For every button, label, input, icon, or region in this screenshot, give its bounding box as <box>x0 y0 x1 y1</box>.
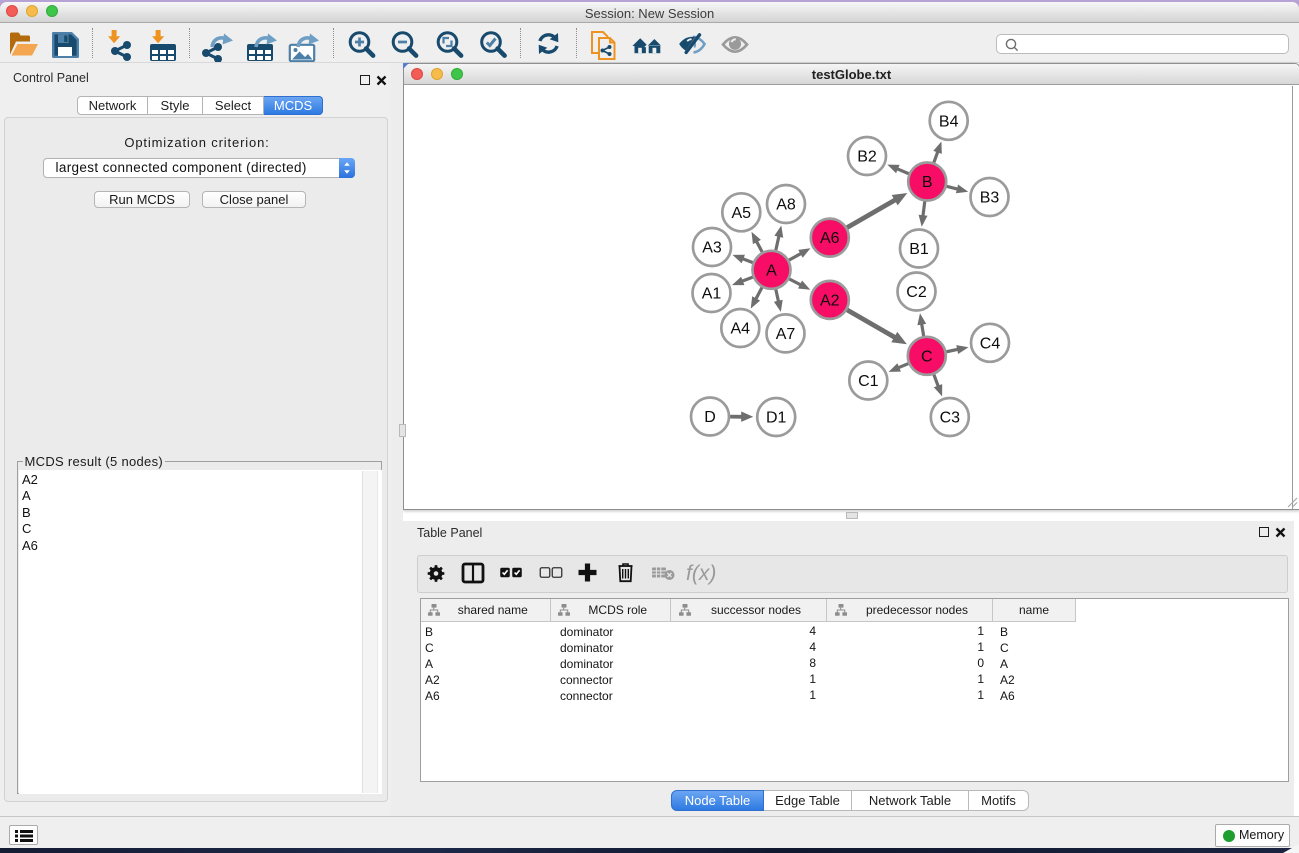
svg-text:A7: A7 <box>776 326 796 343</box>
svg-text:D: D <box>704 409 716 426</box>
svg-text:C1: C1 <box>858 373 879 390</box>
svg-text:B: B <box>922 174 933 191</box>
svg-text:A6: A6 <box>820 230 840 247</box>
svg-text:A1: A1 <box>702 286 722 303</box>
svg-text:A5: A5 <box>732 205 752 222</box>
svg-text:A3: A3 <box>702 240 722 257</box>
svg-text:A: A <box>766 262 777 279</box>
svg-text:D1: D1 <box>766 410 787 427</box>
svg-text:A2: A2 <box>820 293 840 310</box>
svg-text:B3: B3 <box>980 190 1000 207</box>
svg-text:C: C <box>921 348 933 365</box>
svg-text:B4: B4 <box>939 113 959 130</box>
svg-text:f(x): f(x) <box>686 562 716 585</box>
svg-text:B2: B2 <box>857 149 877 166</box>
svg-text:B1: B1 <box>909 241 929 258</box>
svg-text:C3: C3 <box>940 410 961 427</box>
svg-text:C4: C4 <box>980 335 1001 352</box>
svg-text:A4: A4 <box>731 321 751 338</box>
svg-text:A8: A8 <box>776 197 796 214</box>
svg-text:C2: C2 <box>906 284 927 301</box>
